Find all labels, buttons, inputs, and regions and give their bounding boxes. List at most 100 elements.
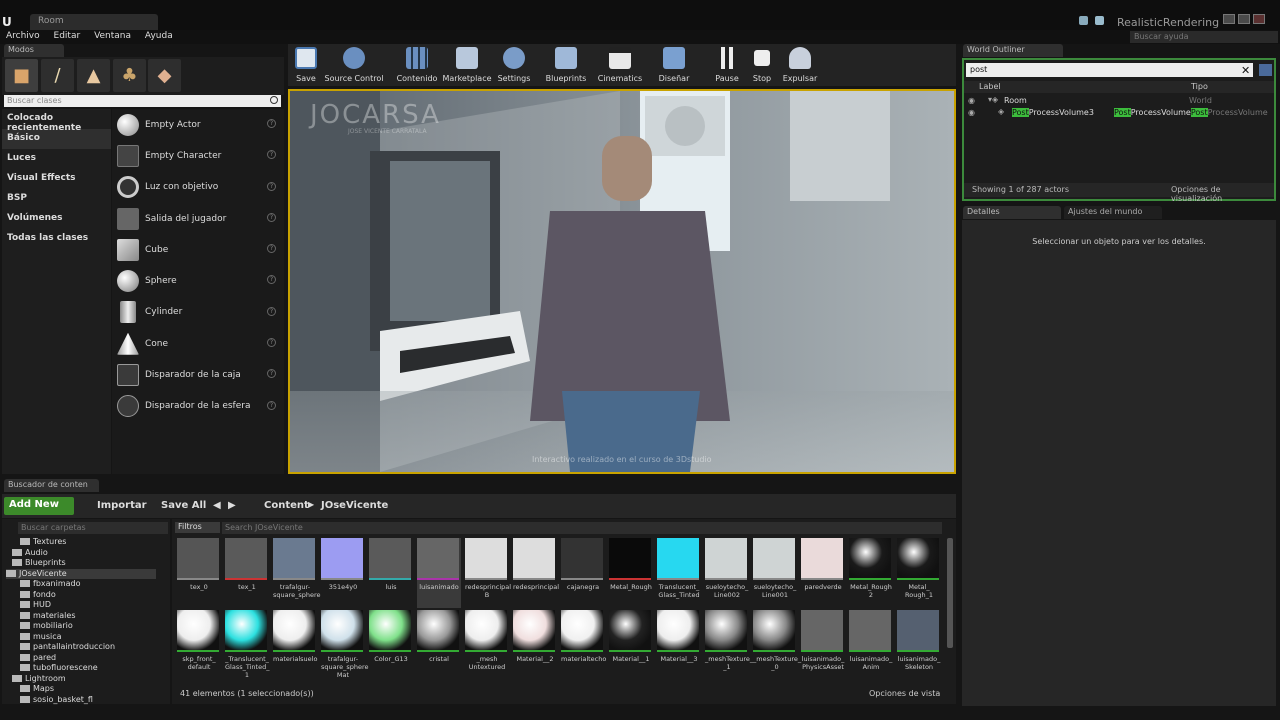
class-player-start[interactable]: Salida del jugador? — [112, 203, 284, 234]
asset-tile[interactable]: trafalgur- square_sphere — [273, 538, 321, 608]
asset-tile[interactable]: 351e4y0 — [321, 538, 365, 608]
details-tab[interactable]: Detalles — [963, 206, 1061, 219]
eye-icon[interactable]: ◉ — [968, 108, 975, 117]
asset-tile[interactable]: redesprincipal B — [465, 538, 511, 608]
class-empty-actor[interactable]: Empty Actor? — [112, 109, 284, 140]
foliage-mode-icon[interactable]: ♣ — [113, 59, 146, 92]
source-control-button[interactable]: Source Control — [324, 45, 384, 85]
import-button[interactable]: Importar — [97, 500, 147, 511]
asset-search-input[interactable]: Search JOseVicente — [222, 522, 942, 534]
eye-icon[interactable]: ◉ — [968, 96, 975, 105]
column-label[interactable]: Label — [979, 82, 1001, 91]
category-visual-effects[interactable]: Visual Effects — [2, 169, 111, 189]
save-all-button[interactable]: Save All — [161, 500, 206, 511]
class-sphere[interactable]: Sphere? — [112, 265, 284, 296]
folder-item[interactable]: pantallaintroduccion — [20, 642, 115, 653]
add-new-button[interactable]: Add New — [4, 497, 74, 515]
asset-tile[interactable]: Metal_Rough 2 — [849, 538, 893, 608]
asset-tile[interactable]: paredverde — [801, 538, 845, 608]
asset-tile[interactable]: tex_0 — [177, 538, 221, 608]
asset-tile[interactable]: Metal_Rough — [609, 538, 653, 608]
class-point-light[interactable]: Luz con objetivo? — [112, 172, 284, 203]
asset-tile[interactable]: luis — [369, 538, 413, 608]
pause-button[interactable]: Pause — [714, 45, 740, 85]
folder-item[interactable]: musica — [20, 632, 62, 643]
category-volumes[interactable]: Volúmenes — [2, 209, 111, 229]
asset-tile[interactable]: _meshTexture_ _0 — [753, 610, 801, 680]
world-outliner-tab[interactable]: World Outliner — [963, 44, 1063, 57]
asset-tile[interactable]: Material__2 — [513, 610, 557, 680]
asset-tile[interactable]: luisanimado_ Skeleton — [897, 610, 941, 680]
asset-tile[interactable]: Translucent_ Glass_Tinted — [657, 538, 701, 608]
close-button[interactable] — [1253, 14, 1265, 24]
cinematics-button[interactable]: Cinematics — [598, 45, 642, 85]
level-viewport[interactable] — [288, 89, 956, 474]
asset-tile[interactable]: Metal_ Rough_1 — [897, 538, 941, 608]
folder-item[interactable]: materiales — [20, 611, 75, 622]
landscape-mode-icon[interactable]: ▲ — [77, 59, 110, 92]
folder-item[interactable]: fbxanimado — [20, 579, 81, 590]
help-icon[interactable]: ? — [267, 306, 276, 316]
back-arrow-icon[interactable]: ◀ — [213, 500, 221, 511]
help-icon[interactable]: ? — [267, 119, 276, 128]
folder-item[interactable]: sosio_basket_fl — [20, 695, 93, 706]
modes-tab[interactable]: Modos — [4, 44, 64, 57]
folder-item[interactable]: tubofluorescene — [20, 663, 98, 674]
asset-tile[interactable]: cristal — [417, 610, 461, 680]
eject-button[interactable]: Expulsar — [782, 45, 818, 85]
class-sphere-trigger[interactable]: Disparador de la esfera? — [112, 391, 284, 422]
asset-tile[interactable]: materialsuelo — [273, 610, 317, 680]
content-browser-tab[interactable]: Buscador de conten — [4, 479, 99, 492]
asset-tile[interactable]: luisanimado — [417, 538, 461, 608]
asset-tile[interactable]: sueloytecho_ Line001 — [753, 538, 797, 608]
view-options-button[interactable]: Opciones de vista — [869, 689, 940, 698]
asset-tile[interactable]: luisanimado_ PhysicsAsset — [801, 610, 845, 680]
menu-ayuda[interactable]: Ayuda — [145, 31, 173, 41]
asset-tile[interactable]: cajanegra — [561, 538, 605, 608]
view-options-button[interactable]: Opciones de visualización — [1171, 185, 1274, 203]
menu-editar[interactable]: Editar — [54, 31, 81, 41]
clear-search-icon[interactable]: ✕ — [1241, 64, 1250, 77]
blueprints-button[interactable]: Blueprints — [545, 45, 587, 85]
help-icon[interactable]: ? — [267, 244, 276, 254]
folder-item[interactable]: Maps — [20, 684, 54, 695]
folder-item[interactable]: Lightroom — [12, 674, 66, 685]
notification-icon[interactable] — [1095, 16, 1104, 25]
class-empty-character[interactable]: Empty Character? — [112, 140, 284, 171]
folder-item[interactable]: HUD — [20, 600, 51, 611]
help-icon[interactable]: ? — [267, 150, 276, 160]
content-button[interactable]: Contenido — [396, 45, 438, 85]
help-search-input[interactable]: Buscar ayuda — [1130, 31, 1278, 43]
asset-tile[interactable]: trafalgur- square_sphere Mat — [321, 610, 369, 680]
outliner-options-icon[interactable] — [1259, 64, 1272, 76]
search-classes-input[interactable]: Buscar clases — [4, 95, 281, 107]
asset-tile[interactable]: Color_G13 — [369, 610, 413, 680]
help-icon[interactable]: ? — [267, 338, 276, 348]
class-cylinder[interactable]: Cylinder? — [112, 297, 284, 328]
help-icon[interactable]: ? — [267, 400, 276, 410]
outliner-row-room[interactable]: ◉ ▾◈ Room World — [964, 95, 1274, 107]
help-icon[interactable]: ? — [267, 369, 276, 379]
category-lights[interactable]: Luces — [2, 149, 111, 169]
folder-item[interactable]: Audio — [12, 548, 48, 559]
help-icon[interactable]: ? — [267, 212, 276, 222]
asset-tile[interactable]: _Translucent_ Glass_Tinted_ 1 — [225, 610, 269, 680]
geometry-mode-icon[interactable]: ◆ — [148, 59, 181, 92]
asset-tile[interactable]: tex_1 — [225, 538, 269, 608]
folder-item[interactable]: fondo — [20, 590, 56, 601]
asset-tile[interactable]: sueloytecho_ Line002 — [705, 538, 749, 608]
asset-tile[interactable]: Material__1 — [609, 610, 653, 680]
marketplace-button[interactable]: Marketplace — [442, 45, 492, 85]
class-cube[interactable]: Cube? — [112, 234, 284, 265]
folder-item[interactable]: JOseVicente — [6, 568, 156, 579]
folder-item[interactable]: Blueprints — [12, 558, 66, 569]
asset-tile[interactable]: _meshTexture_ _1 — [705, 610, 753, 680]
folder-item[interactable]: mobiliario — [20, 621, 73, 632]
save-button[interactable]: Save — [293, 45, 319, 85]
folder-item[interactable]: pared — [20, 653, 56, 664]
class-box-trigger[interactable]: Disparador de la caja? — [112, 359, 284, 390]
paint-mode-icon[interactable]: / — [41, 59, 74, 92]
menu-ventana[interactable]: Ventana — [94, 31, 131, 41]
category-all[interactable]: Todas las clases — [2, 229, 111, 249]
stop-button[interactable]: Stop — [750, 45, 774, 85]
